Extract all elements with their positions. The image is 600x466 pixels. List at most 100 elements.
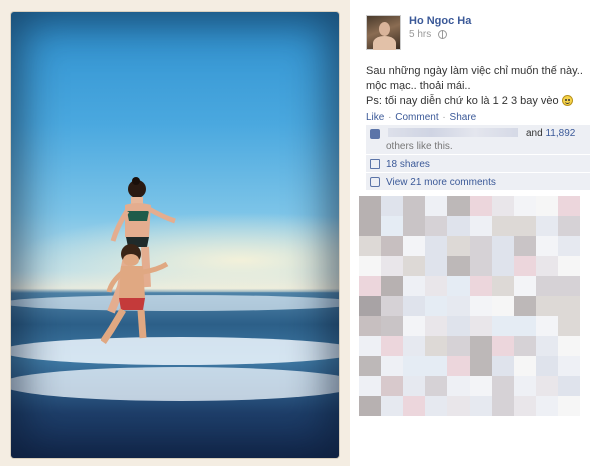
like-link[interactable]: Like [366, 112, 384, 123]
mosaic-tile [557, 396, 580, 416]
mosaic-tile [447, 316, 470, 336]
mosaic-tile [447, 256, 470, 276]
mosaic-tile [381, 236, 404, 256]
mosaic-tile [557, 356, 580, 376]
likes-tail-text: others like this. [386, 141, 453, 152]
mosaic-tile [513, 316, 536, 336]
mosaic-tile [447, 396, 470, 416]
post-timestamp[interactable]: 5 hrs [409, 29, 431, 40]
mosaic-tile [359, 316, 382, 336]
feedback-box: and 11,892 others like this. 18 shares V… [366, 125, 590, 191]
mosaic-tile [557, 196, 580, 216]
mosaic-tile [557, 316, 580, 336]
mosaic-tile [469, 336, 492, 356]
mosaic-tile [425, 296, 448, 316]
mosaic-tile [359, 236, 382, 256]
mosaic-tile [425, 316, 448, 336]
comment-link[interactable]: Comment [395, 112, 438, 123]
mosaic-tile [359, 276, 382, 296]
shares-count[interactable]: 18 shares [386, 159, 430, 170]
action-separator: · [442, 112, 446, 123]
mosaic-tile [469, 196, 492, 216]
mosaic-tile [403, 236, 426, 256]
mosaic-tile [513, 276, 536, 296]
mosaic-tile [513, 396, 536, 416]
mosaic-tile [513, 376, 536, 396]
mosaic-tile [557, 276, 580, 296]
mosaic-tile [403, 316, 426, 336]
mosaic-tile [403, 256, 426, 276]
mosaic-tile [469, 256, 492, 276]
mosaic-tile [469, 296, 492, 316]
mosaic-tile [359, 196, 382, 216]
mosaic-tile [425, 196, 448, 216]
mosaic-tile [447, 236, 470, 256]
post-photo[interactable] [11, 12, 339, 458]
mosaic-tile [491, 196, 514, 216]
mosaic-tile [447, 356, 470, 376]
likes-prefix: and [526, 128, 543, 139]
likes-count[interactable]: and 11,892 [526, 128, 575, 139]
mosaic-tile [403, 296, 426, 316]
view-more-comments-link[interactable]: View 21 more comments [386, 177, 496, 188]
view-more-comments-row[interactable]: View 21 more comments [366, 173, 590, 191]
mosaic-tile [359, 376, 382, 396]
mosaic-tile [513, 256, 536, 276]
liker-names-redacted [388, 128, 518, 137]
mosaic-tile [469, 216, 492, 236]
mosaic-tile [381, 276, 404, 296]
mosaic-tile [513, 336, 536, 356]
comments-pixelated [359, 196, 580, 420]
mosaic-tile [425, 396, 448, 416]
mosaic-tile [535, 316, 558, 336]
mosaic-tile [469, 376, 492, 396]
mosaic-tile [359, 256, 382, 276]
mosaic-tile [403, 356, 426, 376]
smiley-icon [561, 95, 573, 106]
mosaic-tile [381, 356, 404, 376]
mosaic-tile [491, 316, 514, 336]
mosaic-tile [447, 276, 470, 296]
mosaic-tile [403, 196, 426, 216]
post-status-text: Sau những ngày làm việc chỉ muốn thế này… [366, 64, 588, 109]
mosaic-tile [469, 396, 492, 416]
mosaic-tile [491, 276, 514, 296]
mosaic-tile [469, 356, 492, 376]
likes-number[interactable]: 11,892 [545, 128, 575, 139]
mosaic-tile [535, 216, 558, 236]
mosaic-tile [491, 236, 514, 256]
mosaic-tile [381, 216, 404, 236]
mosaic-tile [491, 296, 514, 316]
mosaic-tile [491, 216, 514, 236]
mosaic-tile [535, 356, 558, 376]
author-name[interactable]: Ho Ngoc Ha [409, 15, 471, 27]
mosaic-tile [403, 336, 426, 356]
mosaic-tile [557, 216, 580, 236]
mosaic-tile [491, 356, 514, 376]
like-icon [370, 129, 380, 139]
mosaic-tile [359, 296, 382, 316]
mosaic-tile [381, 296, 404, 316]
mosaic-tile [491, 376, 514, 396]
mosaic-tile [359, 336, 382, 356]
mosaic-tile [381, 256, 404, 276]
mosaic-tile [513, 296, 536, 316]
mosaic-tile [557, 236, 580, 256]
mosaic-tile [447, 296, 470, 316]
share-link[interactable]: Share [450, 112, 477, 123]
mosaic-tile [513, 196, 536, 216]
mosaic-tile [381, 316, 404, 336]
mosaic-tile [403, 216, 426, 236]
likes-summary: and 11,892 others like this. [366, 125, 590, 155]
mosaic-tile [535, 336, 558, 356]
mosaic-tile [359, 396, 382, 416]
mosaic-tile [535, 196, 558, 216]
action-separator: · [388, 112, 392, 123]
shares-row[interactable]: 18 shares [366, 155, 590, 173]
mosaic-tile [359, 216, 382, 236]
avatar-shoulders [373, 36, 396, 50]
author-avatar[interactable] [366, 15, 401, 50]
mosaic-tile [535, 236, 558, 256]
avatar-face [379, 22, 390, 36]
mosaic-tile [491, 336, 514, 356]
